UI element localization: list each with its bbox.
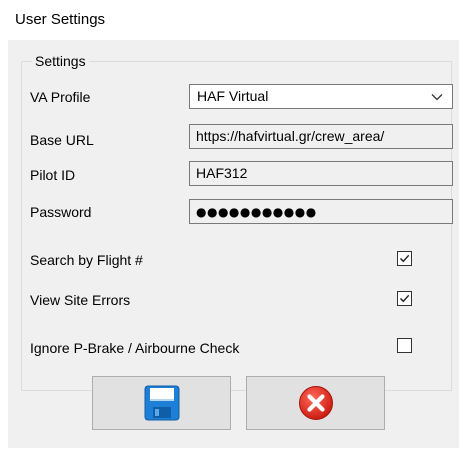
search-by-flight-label: Search by Flight # bbox=[30, 252, 143, 268]
pilot-id-label: Pilot ID bbox=[30, 167, 76, 183]
settings-panel: Settings VA Profile HAF Virtual Base URL… bbox=[8, 40, 459, 448]
search-by-flight-checkbox[interactable] bbox=[397, 251, 412, 266]
checkmark-icon bbox=[400, 254, 410, 263]
pilot-id-field[interactable]: HAF312 bbox=[189, 161, 453, 186]
chevron-down-icon bbox=[431, 94, 443, 101]
va-profile-value: HAF Virtual bbox=[197, 88, 269, 104]
checkmark-icon bbox=[400, 294, 410, 303]
ignore-pbrake-checkbox[interactable] bbox=[397, 338, 412, 353]
red-x-icon bbox=[298, 386, 333, 420]
view-site-errors-label: View Site Errors bbox=[30, 292, 131, 308]
save-button[interactable] bbox=[92, 376, 231, 430]
settings-group-legend: Settings bbox=[32, 53, 89, 69]
base-url-label: Base URL bbox=[30, 132, 94, 148]
password-field[interactable]: ●●●●●●●●●●● bbox=[189, 199, 453, 224]
password-mask: ●●●●●●●●●●● bbox=[196, 205, 317, 219]
ignore-pbrake-label: Ignore P-Brake / Airbourne Check bbox=[30, 340, 240, 356]
view-site-errors-checkbox[interactable] bbox=[397, 291, 412, 306]
va-profile-label: VA Profile bbox=[30, 89, 91, 105]
floppy-disk-icon bbox=[144, 385, 179, 421]
window-title: User Settings bbox=[15, 11, 106, 28]
cancel-button[interactable] bbox=[246, 376, 385, 430]
va-profile-dropdown[interactable]: HAF Virtual bbox=[189, 84, 453, 109]
password-label: Password bbox=[30, 204, 92, 220]
base-url-field[interactable]: https://hafvirtual.gr/crew_area/ bbox=[189, 124, 453, 149]
